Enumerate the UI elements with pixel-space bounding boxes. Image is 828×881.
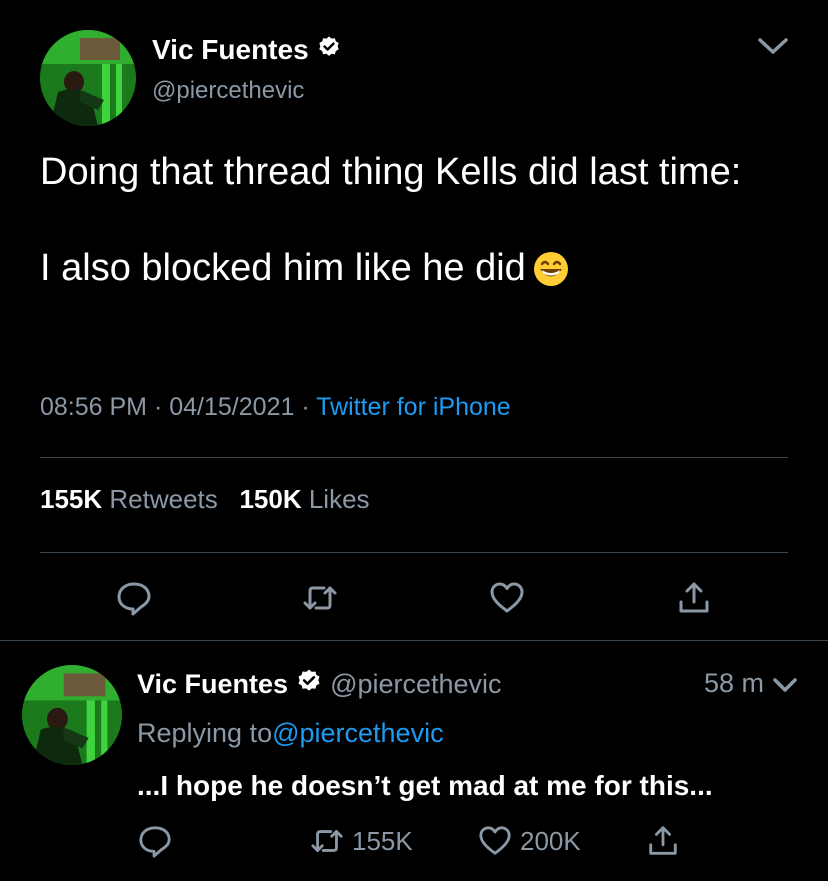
verified-badge-icon xyxy=(296,668,322,701)
tweet-source-link[interactable]: Twitter for iPhone xyxy=(316,393,511,421)
author-name-text: Vic Fuentes xyxy=(152,34,309,65)
reply-action-retweet[interactable]: 155K xyxy=(310,824,413,858)
likes-stat[interactable]: 150K Likes xyxy=(239,484,369,514)
tweet-meta: 08:56 PM · 04/15/2021 · Twitter for iPho… xyxy=(40,393,511,422)
reply-like-count: 200K xyxy=(520,825,581,856)
verified-badge-icon xyxy=(317,34,341,66)
reply-text: ...I hope he doesn’t get mad at me for t… xyxy=(137,770,713,801)
retweets-count: 155K xyxy=(40,484,103,514)
share-icon xyxy=(649,826,677,855)
retweet-icon[interactable] xyxy=(302,580,338,616)
tweet-time: 08:56 PM xyxy=(40,393,148,421)
tweet-date: 04/15/2021 xyxy=(169,393,295,421)
chevron-down-icon[interactable] xyxy=(756,34,790,58)
avatar[interactable] xyxy=(40,30,136,126)
tweet-text-line: Doing that thread thing Kells did last t… xyxy=(40,151,742,193)
replying-to-label: Replying to xyxy=(137,718,273,748)
likes-count: 150K xyxy=(239,484,302,514)
reply-action-share[interactable] xyxy=(646,824,680,858)
tweet-stats: 155K Retweets 150K Likes xyxy=(40,484,370,515)
reply-header: Vic Fuentes @piercethevic xyxy=(137,668,502,701)
author-handle[interactable]: @piercethevic xyxy=(152,77,304,105)
divider xyxy=(40,552,788,553)
author-name[interactable]: Vic Fuentes xyxy=(152,34,341,66)
divider xyxy=(0,640,828,641)
chevron-down-icon[interactable] xyxy=(772,676,798,694)
avatar-image xyxy=(40,30,136,126)
reply-time: 58 m xyxy=(703,668,764,698)
avatar-image xyxy=(22,665,122,765)
reply-author-name[interactable]: Vic Fuentes xyxy=(137,669,288,700)
replying-to: Replying to@piercethevic xyxy=(137,718,444,749)
retweet-icon xyxy=(311,830,343,852)
divider xyxy=(40,457,788,458)
meta-separator: · xyxy=(301,393,310,421)
tweet-text-line-content: I also blocked him like he did xyxy=(40,247,526,289)
tweet-text-line: I also blocked him like he did xyxy=(40,244,800,300)
meta-separator: · xyxy=(153,393,163,421)
reply-icon[interactable] xyxy=(116,580,152,616)
reply-retweet-count: 155K xyxy=(352,825,413,856)
reply-icon xyxy=(139,826,171,858)
grinning-face-icon xyxy=(532,250,570,300)
reply-action-reply[interactable] xyxy=(138,824,172,858)
reply-avatar[interactable] xyxy=(22,665,122,765)
reply-action-like[interactable]: 200K xyxy=(478,824,581,858)
replying-to-mention[interactable]: @piercethevic xyxy=(272,718,443,748)
reply-author-handle[interactable]: @piercethevic xyxy=(330,669,501,700)
tweet-text: Doing that thread thing Kells did last t… xyxy=(40,148,800,300)
heart-icon[interactable] xyxy=(489,580,525,616)
retweets-stat[interactable]: 155K Retweets xyxy=(40,484,218,514)
retweets-label: Retweets xyxy=(109,484,218,514)
likes-label: Likes xyxy=(308,484,370,514)
share-icon[interactable] xyxy=(676,580,712,616)
heart-icon xyxy=(479,826,511,855)
